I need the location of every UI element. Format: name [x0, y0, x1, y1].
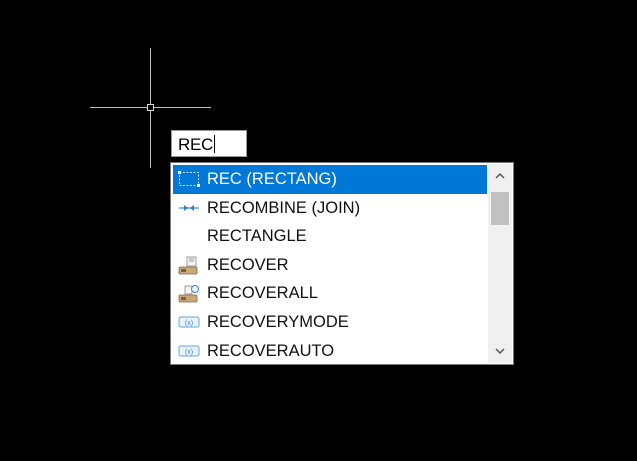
vertical-scrollbar[interactable]: [488, 164, 512, 363]
scroll-up-button[interactable]: [488, 164, 512, 188]
rectangle-icon: [178, 171, 200, 187]
autocomplete-item-recombine[interactable]: RECOMBINE (JOIN): [173, 194, 487, 223]
autocomplete-item-recoverymode[interactable]: (x) RECOVERYMODE: [173, 308, 487, 337]
sysvar-icon: (x): [178, 345, 200, 357]
autocomplete-item-rectangle[interactable]: RECTANGLE: [173, 222, 487, 251]
command-input[interactable]: REC: [171, 130, 247, 157]
autocomplete-item-recoverauto[interactable]: (x) RECOVERAUTO: [173, 337, 487, 366]
chevron-down-icon: [495, 348, 505, 355]
autocomplete-item-label: REC (RECTANG): [207, 170, 337, 188]
autocomplete-item-label: RECOVERAUTO: [207, 341, 335, 360]
svg-text:(x): (x): [185, 349, 193, 356]
chevron-up-icon: [495, 172, 505, 179]
recoverall-icon: [178, 285, 199, 303]
autocomplete-item-recoverall[interactable]: RECOVERALL: [173, 279, 487, 308]
autocomplete-item-label: RECOVERYMODE: [207, 312, 349, 331]
sysvar-icon: (x): [178, 316, 200, 328]
svg-text:(x): (x): [185, 320, 193, 327]
autocomplete-item-rec[interactable]: REC (RECTANG): [173, 165, 487, 194]
autocomplete-dropdown[interactable]: REC (RECTANG) RECOMBINE (JOIN) RECTANGLE…: [170, 162, 514, 365]
scrollbar-thumb[interactable]: [491, 192, 509, 225]
scroll-down-button[interactable]: [488, 339, 512, 363]
autocomplete-item-label: RECOVERALL: [207, 284, 318, 303]
crosshair-pickbox: [147, 104, 154, 111]
autocomplete-list: REC (RECTANG) RECOMBINE (JOIN) RECTANGLE…: [173, 165, 487, 365]
command-input-value: REC: [178, 135, 213, 154]
text-caret: [214, 135, 215, 153]
join-icon: [179, 204, 199, 211]
autocomplete-item-recover[interactable]: RECOVER: [173, 251, 487, 280]
recover-icon: [178, 256, 198, 275]
autocomplete-item-label: RECOMBINE (JOIN): [207, 198, 361, 217]
autocomplete-item-label: RECTANGLE: [207, 227, 307, 246]
autocomplete-item-label: RECOVER: [207, 255, 289, 274]
